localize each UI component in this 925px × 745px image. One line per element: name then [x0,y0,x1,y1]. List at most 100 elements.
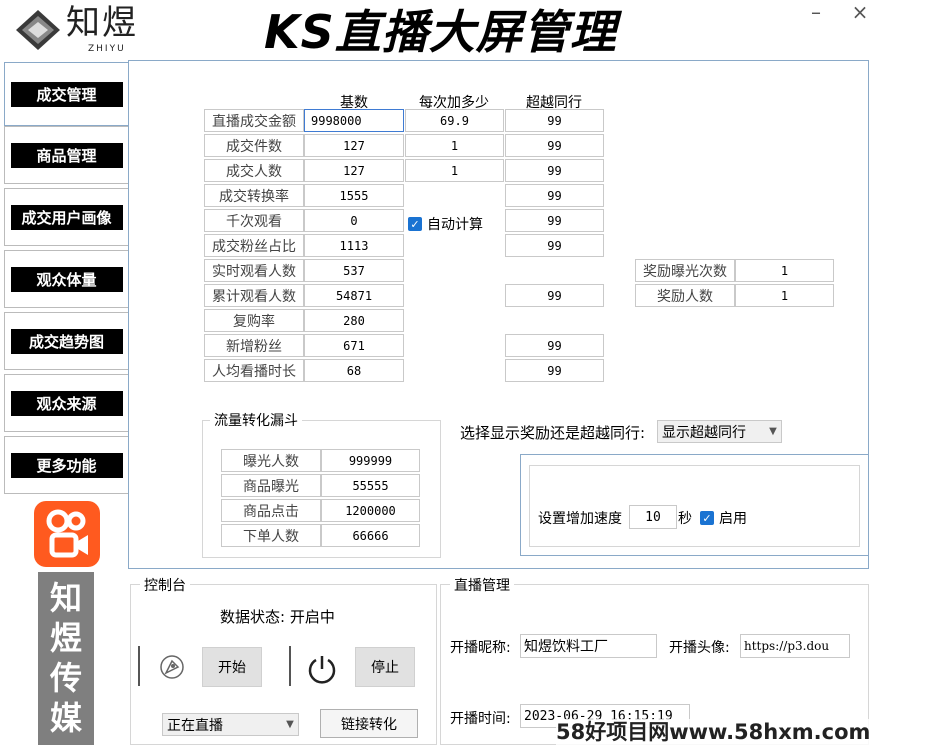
speed-enable-label: 启用 [719,511,747,527]
reward-people-label: 奖励人数 [635,284,735,307]
reward-people-input[interactable]: 1 [735,284,834,307]
chevron-down-icon: ▼ [769,426,777,437]
live-mode-value: 正在直播 [167,717,223,734]
base-input[interactable]: 68 [304,359,404,382]
surpass-input[interactable]: 99 [505,209,604,232]
row-label: 成交件数 [204,134,304,157]
surpass-input[interactable]: 99 [505,359,604,382]
tab-product-management[interactable]: 商品管理 [4,126,128,184]
base-input[interactable]: 127 [304,159,404,182]
data-status-label: 数据状态: [220,608,286,626]
auto-calc-checkbox[interactable]: ✓ 自动计算 [408,214,483,234]
increment-input[interactable]: 1 [405,159,504,182]
base-input[interactable]: 1113 [304,234,404,257]
surpass-input[interactable]: 99 [505,284,604,307]
base-input[interactable]: 671 [304,334,404,357]
tab-label: 成交趋势图 [10,328,123,354]
tab-label: 观众体量 [10,266,123,292]
kuaishou-logo-icon [34,501,100,567]
funnel-input[interactable]: 55555 [321,474,420,497]
display-select-label: 选择显示奖励还是超越同行: [460,424,646,442]
nickname-label: 开播昵称: [450,640,511,656]
tab-user-profile[interactable]: 成交用户画像 [4,188,128,246]
live-mode-select[interactable]: 正在直播 ▼ [162,713,299,736]
tab-label: 更多功能 [10,452,123,478]
row-label: 千次观看 [204,209,304,232]
avatar-url-input[interactable]: https://p3.dou [740,634,850,658]
power-icon [308,656,336,684]
reward-exposure-input[interactable]: 1 [735,259,834,282]
row-label: 成交粉丝占比 [204,234,304,257]
funnel-input[interactable]: 1200000 [321,499,420,522]
tab-label: 成交管理 [10,81,123,107]
base-input[interactable]: 537 [304,259,404,282]
close-button[interactable]: × [850,0,870,24]
base-input[interactable]: 1555 [304,184,404,207]
funnel-label: 曝光人数 [221,449,321,472]
chevron-down-icon: ▼ [286,719,294,730]
reward-exposure-label: 奖励曝光次数 [635,259,735,282]
base-input[interactable]: 127 [304,134,404,157]
surpass-input[interactable]: 99 [505,184,604,207]
row-label: 复购率 [204,309,304,332]
funnel-label: 下单人数 [221,524,321,547]
row-label: 成交人数 [204,159,304,182]
nickname-input[interactable]: 知煜饮料工厂 [520,634,657,658]
base-input[interactable]: 9998000 [304,109,404,132]
increment-input[interactable]: 69.9 [405,109,504,132]
live-management-title: 直播管理 [450,575,514,595]
minimize-button[interactable]: – [806,0,826,24]
surpass-input[interactable]: 99 [505,334,604,357]
data-status-value: 开启中 [289,608,335,626]
increment-input[interactable]: 1 [405,134,504,157]
tab-audience-source[interactable]: 观众来源 [4,374,128,432]
base-input[interactable]: 280 [304,309,404,332]
funnel-input[interactable]: 999999 [321,449,420,472]
brand-vertical-text: 知煜传媒 [38,572,94,745]
tab-more-features[interactable]: 更多功能 [4,436,128,494]
funnel-label: 商品曝光 [221,474,321,497]
funnel-input[interactable]: 66666 [321,524,420,547]
surpass-input[interactable]: 99 [505,134,604,157]
time-label: 开播时间: [450,711,511,727]
watermark-text: 58好项目网www.58hxm.com [556,719,924,745]
funnel-title: 流量转化漏斗 [210,410,302,430]
app-title: KS直播大屏管理 [264,5,617,59]
tab-audience-volume[interactable]: 观众体量 [4,250,128,308]
speed-enable-checkbox[interactable]: ✓ 启用 [700,508,747,528]
speed-label: 设置增加速度 [538,511,622,527]
start-button[interactable]: 开始 [202,647,262,687]
display-select[interactable]: 显示超越同行 ▼ [657,420,782,443]
check-icon: ✓ [700,511,714,525]
tab-deal-management[interactable]: 成交管理 [4,62,128,126]
divider [138,646,140,686]
row-label: 成交转换率 [204,184,304,207]
row-label: 累计观看人数 [204,284,304,307]
row-label: 实时观看人数 [204,259,304,282]
base-input[interactable]: 0 [304,209,404,232]
zhiyu-logo-icon [16,10,60,50]
row-label: 直播成交金额 [204,109,304,132]
funnel-label: 商品点击 [221,499,321,522]
auto-calc-label: 自动计算 [427,217,483,233]
rocket-icon [160,655,184,679]
divider [289,646,291,686]
speed-group [529,465,860,547]
stop-button[interactable]: 停止 [355,647,415,687]
surpass-input[interactable]: 99 [505,159,604,182]
tab-label: 成交用户画像 [10,204,123,230]
tab-deal-trend[interactable]: 成交趋势图 [4,312,128,370]
tab-label: 观众来源 [10,390,123,416]
check-icon: ✓ [408,217,422,231]
speed-input[interactable]: 10 [629,505,677,529]
base-input[interactable]: 54871 [304,284,404,307]
surpass-input[interactable]: 99 [505,234,604,257]
surpass-input[interactable]: 99 [505,109,604,132]
row-label: 人均看播时长 [204,359,304,382]
logo-subtext: ZHIYU [88,44,126,54]
row-label: 新增粉丝 [204,334,304,357]
console-title: 控制台 [140,575,190,595]
display-select-value: 显示超越同行 [662,424,746,441]
link-convert-button[interactable]: 链接转化 [320,709,418,738]
tab-label: 商品管理 [10,142,123,168]
